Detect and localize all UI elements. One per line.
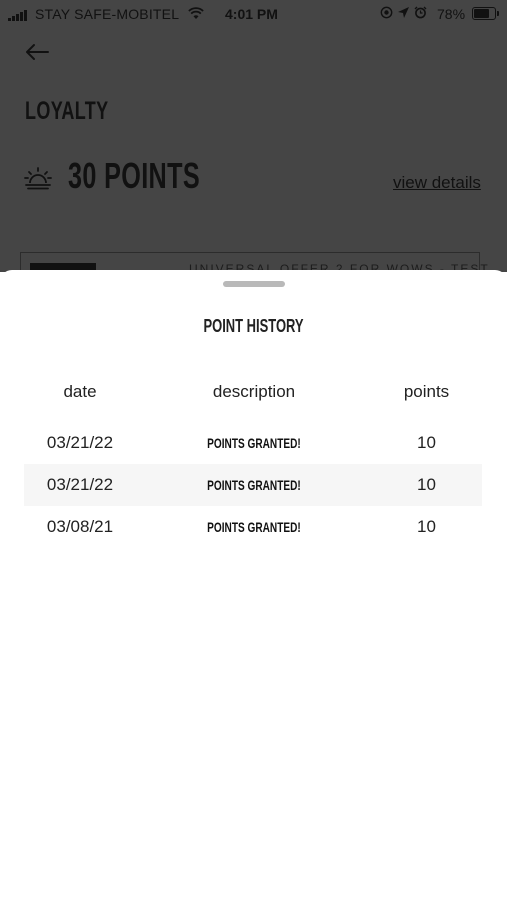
table-header: date description points bbox=[24, 382, 482, 406]
page-title: LOYALTY bbox=[25, 97, 109, 125]
row-points: 10 bbox=[417, 475, 436, 494]
view-details-link[interactable]: view details bbox=[393, 173, 481, 193]
status-bar: STAY SAFE-MOBITEL 4:01 PM 78% bbox=[0, 0, 507, 30]
alarm-icon bbox=[414, 6, 427, 19]
row-date: 03/21/22 bbox=[46, 475, 114, 494]
wifi-icon bbox=[188, 7, 204, 19]
location-lock-icon bbox=[380, 6, 393, 19]
row-description-text: POINTS GRANTED! bbox=[207, 435, 301, 451]
row-description: POINTS GRANTED! bbox=[174, 519, 334, 535]
table-row: 03/08/21 POINTS GRANTED! 10 bbox=[24, 506, 482, 548]
sun-icon bbox=[24, 167, 52, 190]
column-header-date: date bbox=[63, 382, 97, 401]
row-date: 03/21/22 bbox=[46, 433, 114, 452]
row-date: 03/08/21 bbox=[46, 517, 114, 536]
sheet-drag-handle[interactable] bbox=[223, 281, 285, 287]
table-row: 03/21/22 POINTS GRANTED! 10 bbox=[24, 422, 482, 464]
history-table: 03/21/22 POINTS GRANTED! 10 03/21/22 POI… bbox=[24, 422, 482, 548]
back-arrow-icon[interactable] bbox=[22, 38, 52, 66]
location-arrow-icon bbox=[398, 7, 409, 18]
sheet-title: POINT HISTORY bbox=[0, 316, 507, 337]
sheet-title-text: POINT HISTORY bbox=[203, 316, 304, 336]
signal-icon bbox=[8, 9, 27, 21]
point-history-sheet: POINT HISTORY date description points 03… bbox=[0, 270, 507, 900]
column-header-description: description bbox=[212, 382, 296, 401]
row-description-text: POINTS GRANTED! bbox=[207, 519, 301, 535]
column-header-points: points bbox=[403, 382, 450, 401]
row-description: POINTS GRANTED! bbox=[174, 435, 334, 451]
background-screen: STAY SAFE-MOBITEL 4:01 PM 78% LOYALTY 30… bbox=[0, 0, 507, 272]
table-row: 03/21/22 POINTS GRANTED! 10 bbox=[24, 464, 482, 506]
row-points: 10 bbox=[417, 517, 436, 536]
carrier-name: STAY SAFE-MOBITEL bbox=[35, 6, 180, 22]
offer-card[interactable]: UNIVERSAL OFFER 2 FOR WOWS - TEST bbox=[20, 252, 488, 272]
row-description-text: POINTS GRANTED! bbox=[207, 477, 301, 493]
row-description: POINTS GRANTED! bbox=[174, 477, 334, 493]
row-points: 10 bbox=[417, 433, 436, 452]
battery-icon bbox=[472, 7, 499, 20]
status-time: 4:01 PM bbox=[225, 6, 278, 22]
battery-percentage: 78% bbox=[437, 6, 466, 22]
points-total: 30 POINTS bbox=[68, 155, 200, 196]
